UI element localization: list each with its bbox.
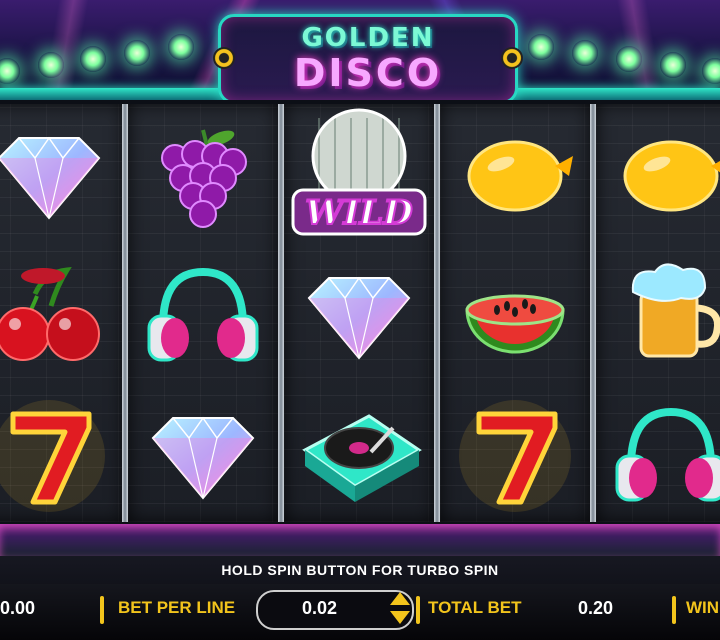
logo-title-line1: GOLDEN xyxy=(301,23,435,53)
total-bet-value: 0.20 xyxy=(578,598,614,618)
reel-1-symbol-diamond xyxy=(0,106,124,246)
separator xyxy=(100,596,104,624)
logo-title-line2: DISCO xyxy=(293,51,443,95)
diamond-icon xyxy=(307,276,411,360)
watermelon-icon xyxy=(465,294,565,354)
reel-2-symbol-grapes xyxy=(128,106,278,246)
wild-icon: WILD xyxy=(291,108,427,236)
game-logo: GOLDEN DISCO xyxy=(213,14,523,100)
reel-1-symbol-seven xyxy=(0,386,124,526)
reel-4-symbol-lemon xyxy=(440,106,590,246)
bet-stepper-icon[interactable] xyxy=(388,588,412,628)
reel-3-symbol-wild: WILD xyxy=(284,106,434,246)
headphones-icon xyxy=(147,267,259,362)
stage-light xyxy=(124,40,150,66)
headphones-icon xyxy=(615,407,720,502)
stage-light xyxy=(38,52,64,78)
reel-5-symbol-beer xyxy=(596,246,720,386)
stage-light xyxy=(528,34,554,60)
separator xyxy=(416,596,420,624)
grapes-icon xyxy=(161,129,247,228)
bet-panel: 0.00 BET PER LINE 0.02 TOTAL BET 0.20 WI… xyxy=(0,584,720,640)
separator xyxy=(672,596,676,624)
stage-light xyxy=(660,52,686,78)
total-bet-label: TOTAL BET xyxy=(428,598,522,617)
balance-value: 0.00 xyxy=(0,598,36,618)
reel-5-symbol-headphones xyxy=(596,386,720,526)
stage-light xyxy=(572,40,598,66)
lemon-icon xyxy=(467,140,573,212)
diamond-icon xyxy=(151,416,255,500)
reel-4-symbol-seven xyxy=(440,386,590,526)
reel-3-symbol-diamond xyxy=(284,246,434,386)
bet-per-line-value: 0.02 xyxy=(302,598,338,618)
reel-3-symbol-turntable xyxy=(284,386,434,526)
wild-text: WILD xyxy=(305,193,413,233)
win-label: WIN xyxy=(686,598,720,617)
seven-icon xyxy=(459,400,571,512)
diamond-icon xyxy=(0,136,101,220)
lemon-icon xyxy=(623,140,720,212)
seven-icon xyxy=(0,400,105,512)
stage-light xyxy=(80,46,106,72)
turntable-icon xyxy=(302,414,422,502)
reel-2-symbol-diamond xyxy=(128,386,278,526)
reel-2-symbol-headphones xyxy=(128,246,278,386)
stage-light xyxy=(168,34,194,60)
top-banner: GOLDEN DISCO xyxy=(0,0,720,100)
bet-per-line-label: BET PER LINE xyxy=(118,598,236,617)
reel-4-symbol-watermelon xyxy=(440,246,590,386)
reel-area: WILD xyxy=(0,100,720,524)
stage-light xyxy=(616,46,642,72)
reel-1-symbol-cherries xyxy=(0,246,124,386)
beer-icon xyxy=(631,263,720,358)
reel-5-symbol-lemon xyxy=(596,106,720,246)
control-bar: HOLD SPIN BUTTON FOR TURBO SPIN 0.00 BET… xyxy=(0,524,720,640)
turbo-hint: HOLD SPIN BUTTON FOR TURBO SPIN xyxy=(221,562,499,578)
cherries-icon xyxy=(0,267,100,361)
trim xyxy=(0,524,720,556)
